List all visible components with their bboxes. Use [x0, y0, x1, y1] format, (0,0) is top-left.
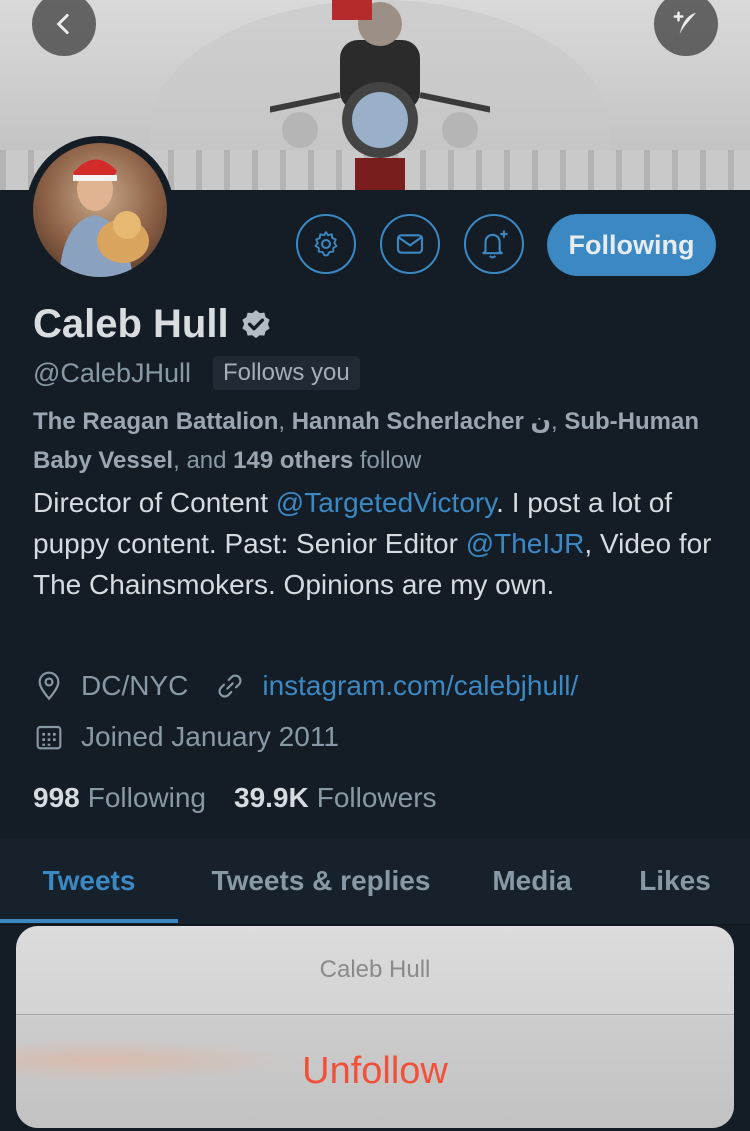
banner-motorcycle-image [270, 0, 490, 190]
profile-name-row: Caleb Hull [33, 302, 273, 347]
profile-tabs: Tweets Tweets & replies Media Likes [0, 838, 750, 925]
notifications-toggle-button[interactable] [464, 214, 524, 274]
followers-stat[interactable]: 39.9K Followers [234, 782, 437, 814]
envelope-icon [396, 234, 424, 254]
profile-stats: 998 Following 39.9K Followers [33, 782, 437, 814]
profile-joined-date: Joined January 2011 [81, 721, 339, 752]
unfollow-action-sheet: Caleb Hull Unfollow [16, 926, 734, 1128]
profile-handle: @CalebJHull [33, 357, 191, 388]
follower-others-count: 149 others [233, 447, 354, 474]
profile-location-website-row: DC/NYC instagram.com/calebjhull/ [33, 670, 578, 702]
compose-tweet-icon [673, 11, 696, 34]
gear-icon [314, 231, 338, 257]
bio-mention-link[interactable]: @TargetedVictory [276, 487, 496, 518]
profile-avatar[interactable] [26, 136, 174, 284]
chevron-left-icon [56, 13, 69, 35]
bell-plus-icon [482, 230, 508, 259]
direct-message-button[interactable] [380, 214, 440, 274]
profile-website-link[interactable]: instagram.com/calebjhull/ [262, 670, 578, 702]
profile-settings-button[interactable] [296, 214, 356, 274]
location-pin-icon [38, 671, 60, 701]
profile-location: DC/NYC [81, 670, 189, 701]
profile-name: Caleb Hull [33, 302, 229, 346]
tab-likes[interactable]: Likes [600, 838, 750, 924]
tab-tweets-and-replies[interactable]: Tweets & replies [178, 838, 464, 924]
avatar-photo [33, 143, 167, 277]
tab-tweets[interactable]: Tweets [0, 838, 178, 924]
unfollow-button[interactable]: Unfollow [16, 1015, 734, 1128]
followed-by-text[interactable]: The Reagan Battalion, Hannah Scherlacher… [33, 402, 723, 480]
calendar-icon [36, 725, 62, 750]
follows-you-badge: Follows you [212, 356, 360, 390]
action-sheet-title: Caleb Hull [16, 926, 734, 1015]
following-button[interactable]: Following [547, 214, 716, 276]
follower-name: Hannah Scherlacher ن [291, 408, 551, 435]
profile-handle-row: @CalebJHull Follows you [33, 356, 360, 390]
following-stat[interactable]: 998 Following [33, 782, 206, 814]
tab-media[interactable]: Media [464, 838, 600, 924]
link-icon [218, 674, 242, 698]
profile-bio: Director of Content @TargetedVictory. I … [33, 487, 712, 600]
bio-mention-link[interactable]: @TheIJR [466, 528, 585, 559]
verified-badge-icon [241, 309, 270, 338]
follower-name: The Reagan Battalion [33, 408, 279, 435]
profile-joined-row: Joined January 2011 [33, 721, 339, 753]
active-tab-indicator [0, 919, 178, 923]
